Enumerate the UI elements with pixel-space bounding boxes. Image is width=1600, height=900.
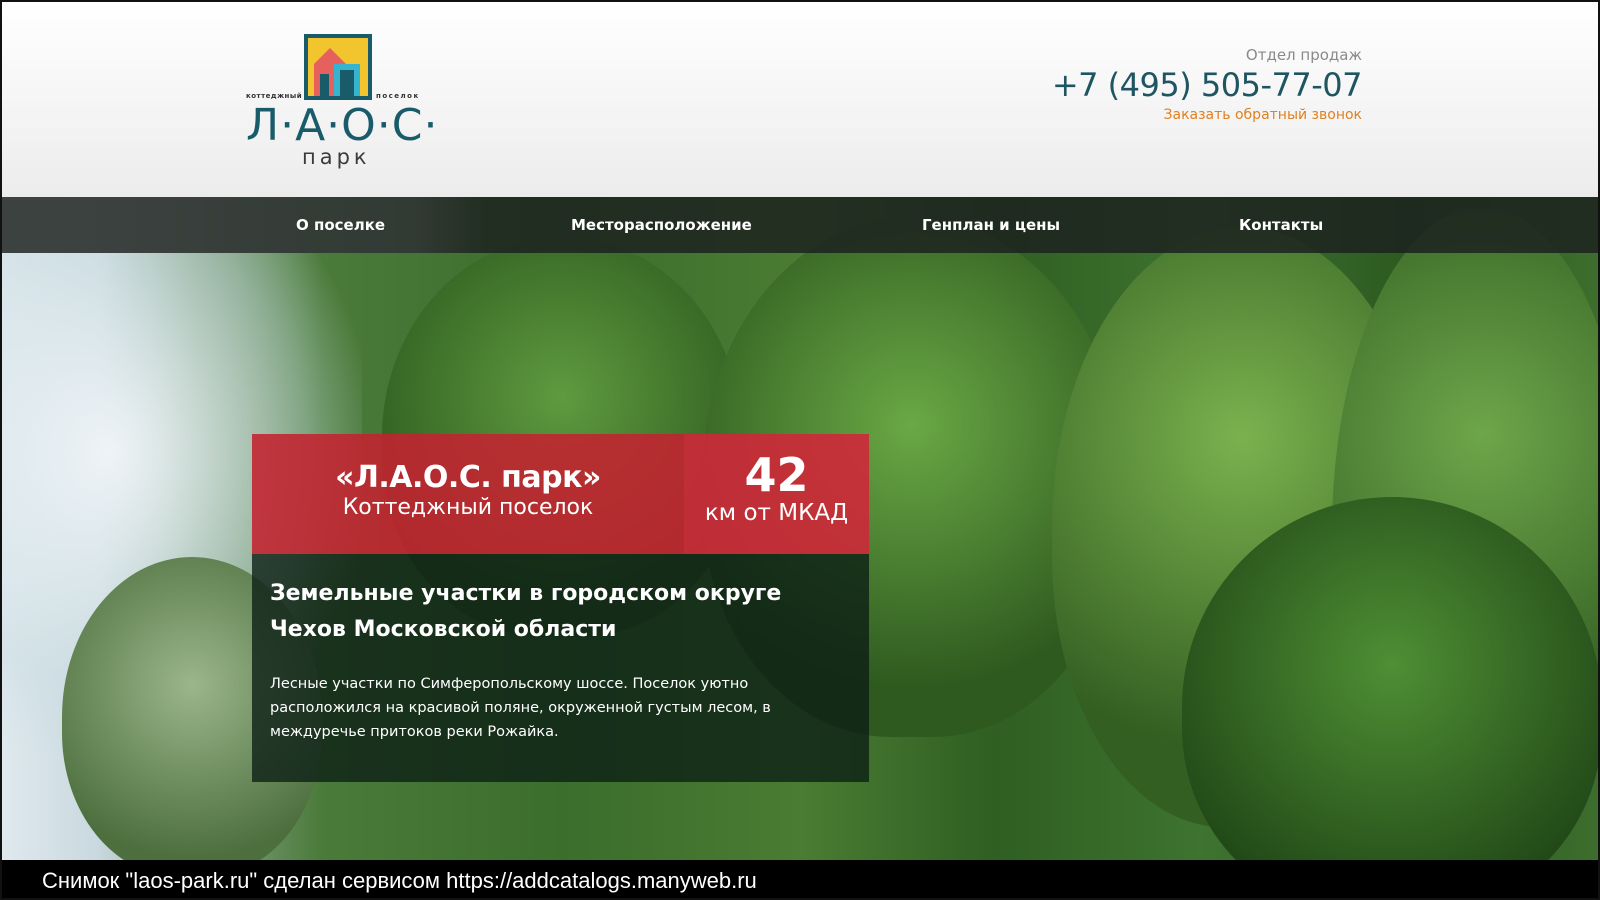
- sales-department-label: Отдел продаж: [1245, 46, 1362, 64]
- callback-link[interactable]: Заказать обратный звонок: [1052, 107, 1362, 123]
- promo-heading: Земельные участки в городском округе Чех…: [270, 581, 782, 642]
- promo-card-header: «Л.А.О.С. парк» Коттеджный поселок 42 км…: [252, 434, 869, 554]
- logo-tagline-left: коттеджный: [246, 92, 303, 100]
- sales-phone[interactable]: +7 (495) 505-77-07: [1052, 66, 1363, 104]
- nav-active-highlight: [2, 197, 487, 253]
- nav-item-about[interactable]: О поселке: [296, 197, 385, 253]
- logo-tagline-right: поселок: [376, 92, 420, 100]
- nav-item-location[interactable]: Месторасположение: [571, 197, 752, 253]
- nav-item-plan-prices[interactable]: Генплан и цены: [922, 197, 1060, 253]
- village-name: «Л.А.О.С. парк»: [335, 460, 601, 495]
- village-subtitle: Коттеджный поселок: [342, 495, 594, 520]
- screenshot-caption: Снимок "laos-park.ru" сделан сервисом ht…: [2, 860, 1598, 898]
- page-frame: коттеджный поселок Л·А·О·С· парк Отдел п…: [0, 0, 1600, 900]
- distance-unit: км от МКАД: [704, 500, 849, 526]
- nav-item-contacts[interactable]: Контакты: [1239, 197, 1323, 253]
- site-logo[interactable]: коттеджный поселок Л·А·О·С· парк: [246, 32, 438, 172]
- distance-badge: 42 км от МКАД: [684, 434, 869, 554]
- main-nav: О поселке Месторасположение Генплан и це…: [2, 197, 1598, 253]
- promo-description: Лесные участки по Симферопольскому шоссе…: [270, 676, 771, 740]
- house-logo-icon: [304, 34, 372, 100]
- logo-park: парк: [302, 145, 371, 169]
- distance-value: 42: [744, 448, 809, 502]
- promo-card-title: «Л.А.О.С. парк» Коттеджный поселок: [252, 434, 684, 554]
- site-header: коттеджный поселок Л·А·О·С· парк Отдел п…: [2, 2, 1598, 197]
- promo-card-body: Земельные участки в городском округе Чех…: [252, 554, 869, 782]
- logo-wordmark: Л·А·О·С·: [246, 100, 439, 151]
- sales-contact: Отдел продаж +7 (495) 505-77-07 Заказать…: [1052, 46, 1363, 123]
